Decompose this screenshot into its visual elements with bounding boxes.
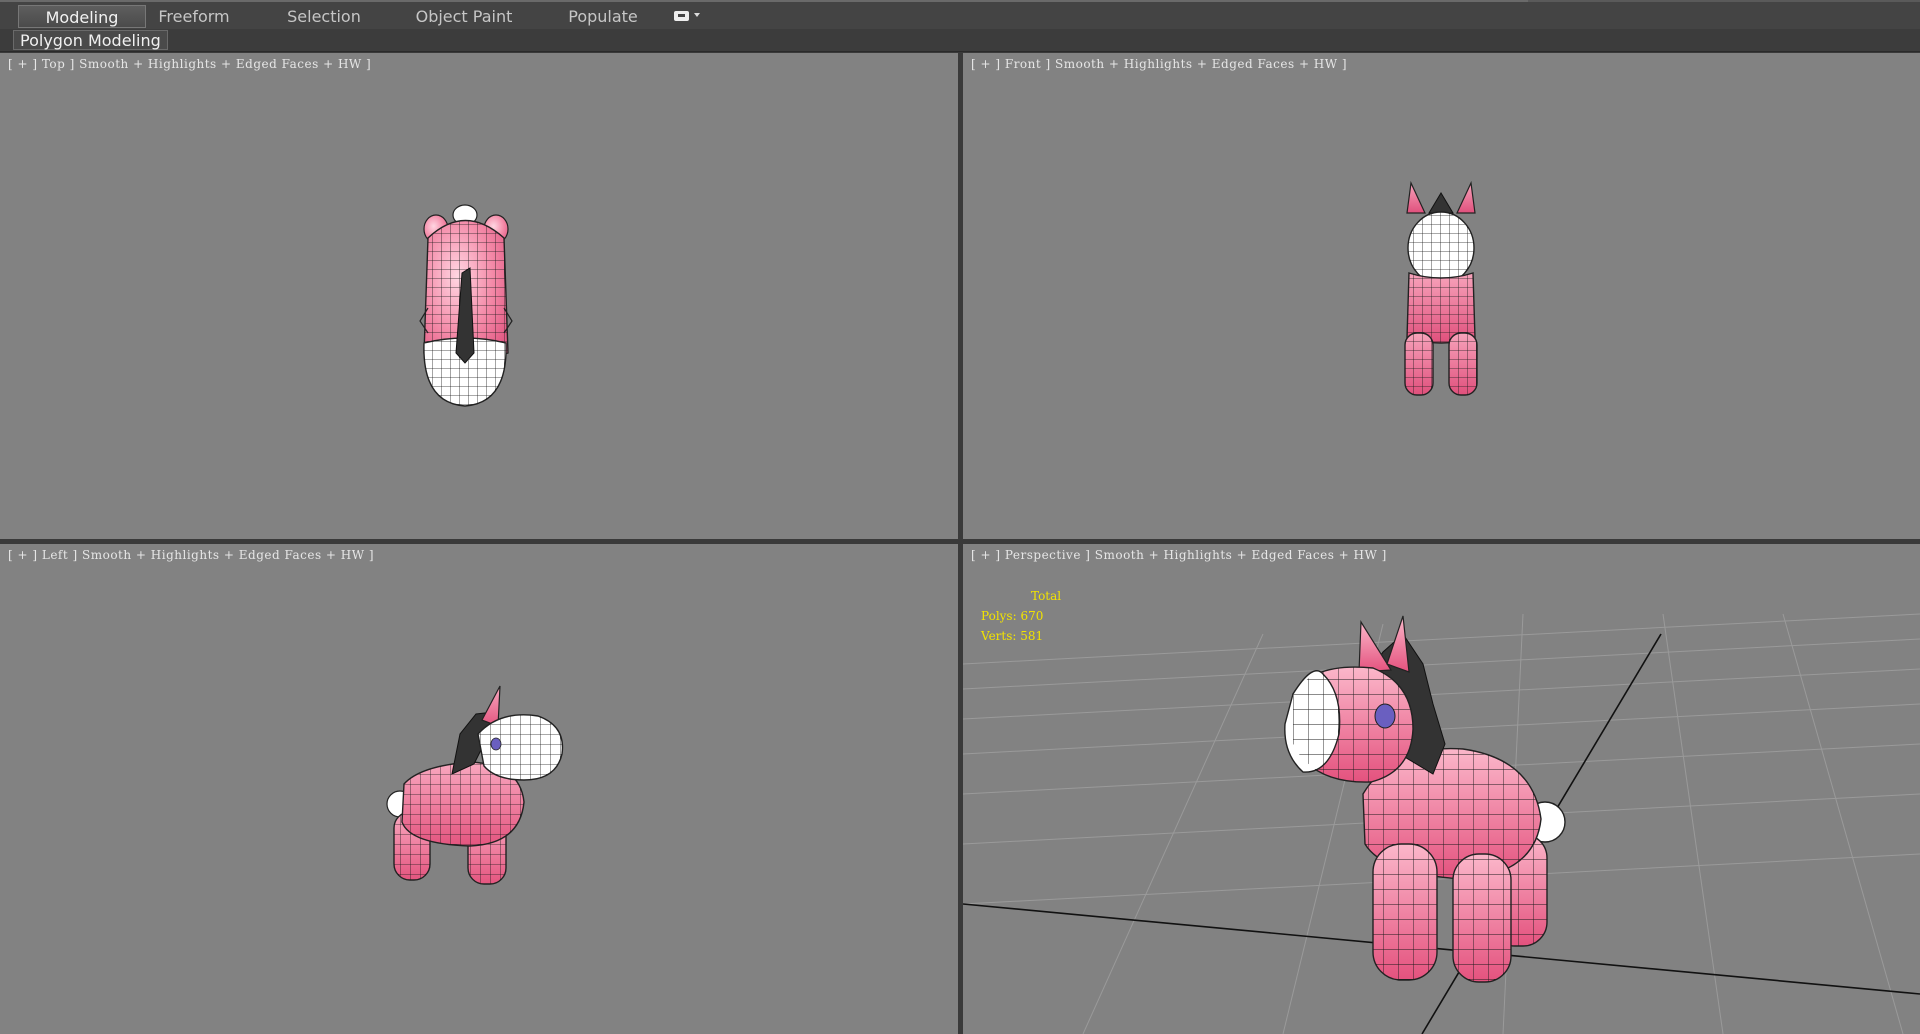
chevron-down-icon	[694, 13, 700, 17]
viewport-perspective[interactable]: [ + ] Perspective ] Smooth + Highlights …	[963, 544, 1920, 1034]
polygon-modeling-panel-button[interactable]: Polygon Modeling	[13, 30, 168, 50]
app-window: Modeling Freeform Selection Object Paint…	[0, 0, 1920, 1034]
viewport-front[interactable]: [ + ] Front ] Smooth + Highlights + Edge…	[963, 53, 1920, 539]
tab-selection[interactable]: Selection	[278, 5, 370, 28]
viewport-left[interactable]: [ + ] Left ] Smooth + Highlights + Edged…	[0, 544, 958, 1034]
pony-mesh-top	[419, 204, 513, 407]
model-left-view	[386, 685, 564, 885]
viewport-top[interactable]: [ + ] Top ] Smooth + Highlights + Edged …	[0, 53, 958, 539]
pony-mesh-perspective	[1284, 615, 1566, 983]
tab-freeform[interactable]: Freeform	[148, 5, 240, 28]
pony-mesh-front	[1404, 180, 1478, 396]
ribbon-display-icon	[674, 11, 689, 21]
model-top-view	[419, 204, 513, 407]
model-front-view	[1404, 180, 1478, 396]
ribbon-options-dropdown[interactable]	[672, 9, 706, 25]
model-perspective-view	[963, 613, 1920, 1034]
tab-populate[interactable]: Populate	[556, 5, 650, 28]
ribbon-panel-bar: Polygon Modeling	[0, 29, 1920, 52]
ribbon-tab-bar: Modeling Freeform Selection Object Paint…	[0, 0, 1920, 29]
ribbon-top-border	[0, 0, 1528, 2]
pony-mesh-left	[386, 685, 564, 885]
tab-modeling[interactable]: Modeling	[18, 5, 146, 28]
tab-object-paint[interactable]: Object Paint	[412, 5, 516, 28]
